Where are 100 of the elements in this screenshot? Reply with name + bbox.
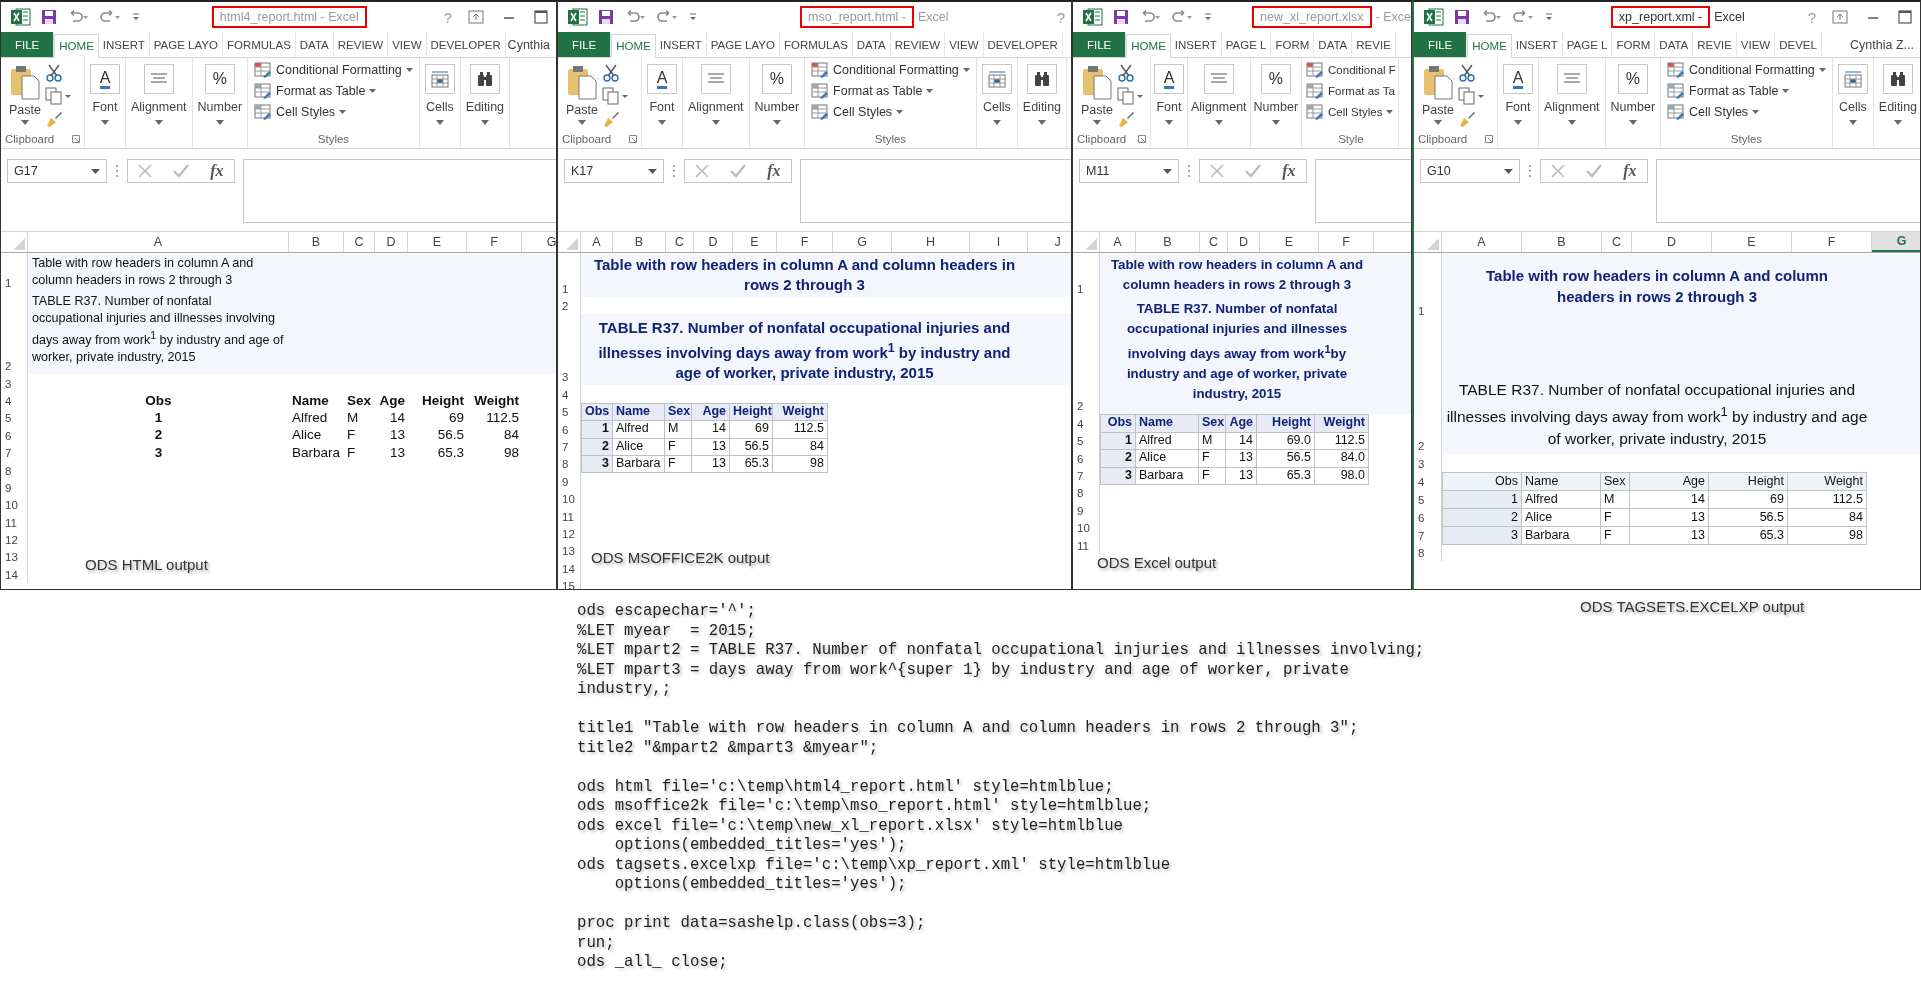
user-name[interactable]: Cynthia [507,37,556,52]
app-icon[interactable] [568,8,588,26]
row-number[interactable]: 8 [1,461,28,479]
alignment-button[interactable]: Alignment [1541,62,1603,127]
style-command[interactable]: Format as Table [811,82,970,100]
alignment-button[interactable]: Alignment [685,62,747,127]
redo-icon[interactable] [1171,10,1193,24]
style-command[interactable]: Cell Styles [811,103,970,121]
brush-icon[interactable] [1457,110,1476,128]
style-command[interactable]: Conditional Formatting [1667,61,1826,79]
style-command[interactable]: Format as Ta [1306,82,1396,100]
launcher-icon[interactable] [629,135,637,143]
redo-icon[interactable] [656,10,678,24]
check-icon[interactable] [173,164,190,178]
style-command[interactable]: Conditional Formatting [254,61,413,79]
paste-button[interactable]: Paste [1077,62,1117,130]
file-tab[interactable]: FILE [558,32,612,57]
ribbon-tab[interactable]: HOME [1467,34,1512,58]
file-tab[interactable]: FILE [1,32,55,57]
check-icon[interactable] [1245,164,1262,178]
style-command[interactable]: Cell Styles [1667,103,1826,121]
row-number[interactable]: 11 [558,507,581,525]
cancel-icon[interactable] [1210,164,1225,178]
row-number[interactable]: 4 [558,385,581,403]
ribbon-tab[interactable]: HOME [54,34,99,58]
name-box[interactable]: G17 [7,159,107,183]
row-number[interactable]: 14 [1,565,28,583]
name-box[interactable]: G10 [1420,159,1520,183]
save-icon[interactable] [41,9,57,25]
row-number[interactable]: 8 [1414,543,1442,561]
alignment-button[interactable]: Alignment [1188,62,1250,127]
customize-icon[interactable] [1203,12,1213,22]
user-name[interactable]: Cynthia Z... [1850,37,1920,52]
launcher-icon[interactable] [72,135,80,143]
editing-button[interactable]: Editing [1875,62,1920,127]
row-number[interactable]: 10 [558,489,581,508]
name-box[interactable]: K17 [564,159,664,183]
row-number[interactable]: 3 [1,374,28,392]
insert-function-button[interactable]: fx [1623,162,1637,180]
formula-field[interactable] [1315,159,1411,223]
app-icon[interactable] [1083,8,1103,26]
font-button[interactable]: A Font [1500,62,1536,127]
brush-icon[interactable] [1116,110,1135,128]
row-number[interactable]: 12 [558,524,581,542]
name-box[interactable]: M11 [1079,159,1179,183]
row-number[interactable]: 11 [1,513,28,531]
font-button[interactable]: A Font [644,62,680,127]
copy-icon[interactable] [1457,87,1484,105]
app-icon[interactable] [1424,8,1444,26]
style-command[interactable]: Conditional F [1306,61,1396,79]
number-button[interactable]: % Number [194,62,246,127]
row-number[interactable]: 10 [1,495,28,514]
row-number[interactable]: 13 [1,548,28,566]
insert-function-button[interactable]: fx [1282,162,1296,180]
number-button[interactable]: % Number [751,62,803,127]
copy-icon[interactable] [1116,87,1143,105]
launcher-icon[interactable] [1138,135,1146,143]
redo-icon[interactable] [99,10,121,24]
formula-field[interactable] [800,159,1071,223]
number-button[interactable]: % Number [1250,62,1302,127]
style-command[interactable]: Cell Styles [254,103,413,121]
restore-icon[interactable] [1832,10,1848,24]
cancel-icon[interactable] [1551,164,1566,178]
scissors-icon[interactable] [601,64,620,82]
file-tab[interactable]: FILE [1414,32,1468,57]
row-number[interactable]: 4 [1,391,28,409]
row-number[interactable]: 13 [558,541,581,560]
brush-icon[interactable] [44,110,63,128]
row-number[interactable]: 3 [1414,454,1442,472]
column-header[interactable]: G [1872,232,1920,252]
paste-button[interactable]: Paste [5,62,45,130]
row-number[interactable]: 11 [1073,536,1100,554]
row-number[interactable]: 9 [558,472,581,490]
restore-icon[interactable] [468,10,484,24]
style-command[interactable]: Format as Table [1667,82,1826,100]
maximize-icon[interactable] [534,10,548,24]
row-number[interactable]: 12 [1,530,28,549]
row-number[interactable]: 9 [1,478,28,496]
number-button[interactable]: % Number [1607,62,1659,127]
cells-button[interactable]: Cells [421,62,458,127]
copy-icon[interactable] [601,87,628,105]
row-number[interactable]: 9 [1073,501,1100,519]
file-tab[interactable]: FILE [1073,32,1127,57]
row-number[interactable]: 14 [558,559,581,577]
customize-icon[interactable] [688,12,698,22]
cells-button[interactable]: Cells [978,62,1015,127]
paste-button[interactable]: Paste [562,62,602,130]
save-icon[interactable] [598,9,614,25]
row-number[interactable]: 8 [1073,484,1100,502]
ribbon-tab[interactable]: HOME [611,34,656,58]
alignment-button[interactable]: Alignment [128,62,190,127]
formula-field[interactable] [1656,159,1920,223]
cancel-icon[interactable] [695,164,710,178]
app-icon[interactable] [11,8,31,26]
scissors-icon[interactable] [44,64,63,82]
insert-function-button[interactable]: fx [210,162,224,180]
save-icon[interactable] [1454,9,1470,25]
insert-function-button[interactable]: fx [767,162,781,180]
editing-button[interactable]: Editing [1019,62,1065,127]
row-number[interactable]: 5 [1,408,28,427]
